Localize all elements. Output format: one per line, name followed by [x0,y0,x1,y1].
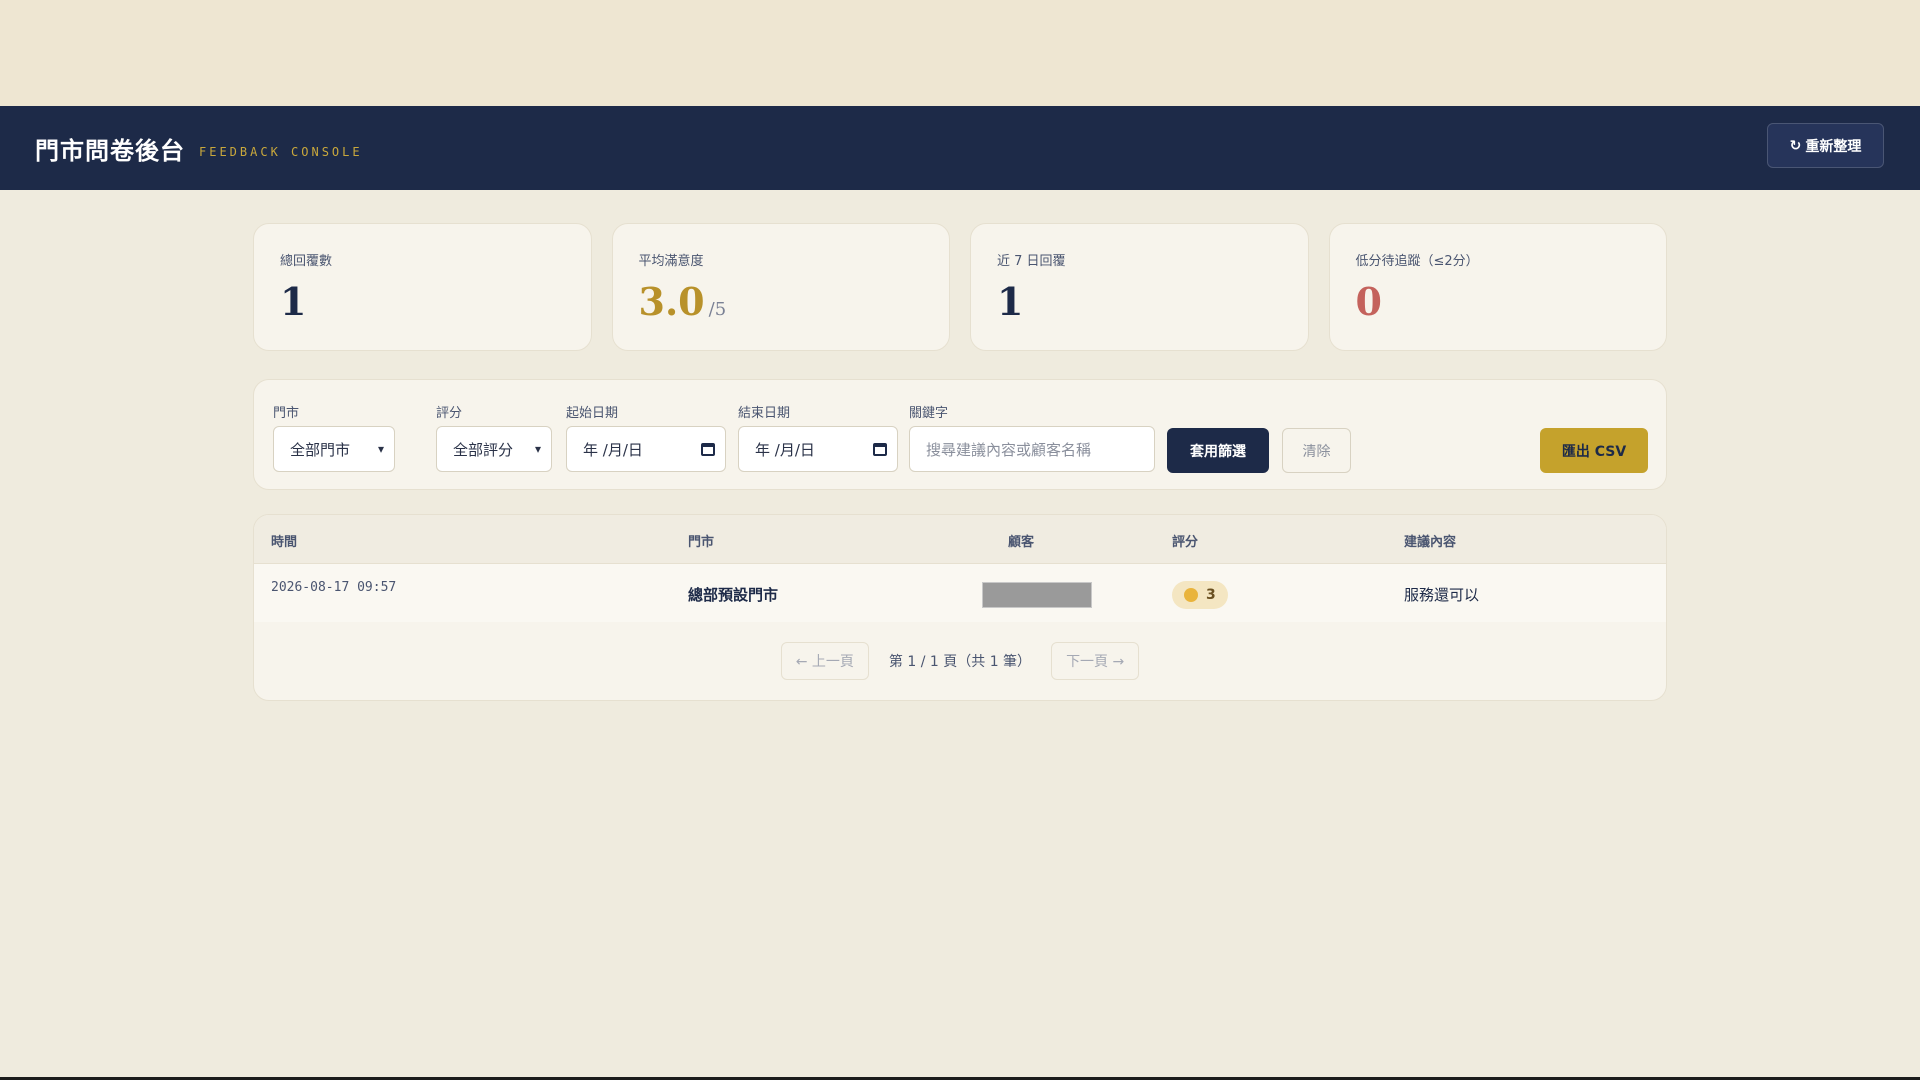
column-header-comment: 建議內容 [1404,535,1457,550]
prev-page-button[interactable]: ← 上一頁 [780,642,869,680]
stat-number: 1 [280,279,307,324]
end-date-value: 年 /月/日 [755,440,815,459]
rating-value: 3 [1206,587,1216,603]
keyword-search-input[interactable]: 搜尋建議內容或顧客名稱 [909,426,1155,472]
start-date-input[interactable]: 年 /月/日 [566,426,726,472]
chevron-down-icon: ▾ [534,442,541,456]
store-filter-label: 門市 [273,406,300,421]
end-date-filter: 結束日期 年 /月/日 [738,402,898,472]
stat-label: 總回覆數 [280,254,333,269]
start-date-filter: 起始日期 年 /月/日 [566,402,726,472]
stat-number: 3.0 [638,279,705,324]
stat-card-low-score: 低分待追蹤（≤2分） 0 [1328,223,1667,351]
smiley-face-icon [1184,588,1198,602]
stat-value: 0 [1356,279,1641,324]
row-time: 2026-08-17 09:57 [271,580,397,595]
responses-table: 時間 門市 顧客 評分 建議內容 2026-08-17 09:57 總部預設門市… [253,514,1667,701]
stat-card-average: 平均滿意度 3.0/5 [611,223,950,351]
rating-filter-label: 評分 [436,406,463,421]
stat-number: 0 [1355,279,1382,324]
next-page-button[interactable]: 下一頁 → [1051,642,1140,680]
column-header-time: 時間 [271,535,298,550]
column-header-rating: 評分 [1172,535,1199,550]
store-select[interactable]: 全部門市 ▾ [273,426,395,472]
chevron-down-icon: ▾ [377,442,384,456]
calendar-icon[interactable] [701,442,715,456]
store-filter: 門市 全部門市 ▾ [273,402,395,472]
end-date-input[interactable]: 年 /月/日 [738,426,898,472]
keyword-filter: 關鍵字 搜尋建議內容或顧客名稱 [909,402,1155,472]
keyword-label: 關鍵字 [909,406,949,421]
stat-label: 低分待追蹤（≤2分） [1355,254,1479,269]
apply-filter-button[interactable]: 套用篩選 [1167,428,1269,473]
stat-card-recent: 近 7 日回覆 1 [970,223,1309,351]
refresh-icon: ↻ [1789,137,1802,154]
rating-badge: 3 [1172,581,1228,609]
stat-card-total: 總回覆數 1 [253,223,592,351]
column-header-store: 門市 [688,535,715,550]
stat-suffix: /5 [708,299,727,320]
top-band [0,0,1920,106]
export-csv-button[interactable]: 匯出 CSV [1540,428,1648,473]
clear-filter-button[interactable]: 清除 [1282,428,1351,473]
redacted-customer-name [982,582,1092,608]
stat-label: 平均滿意度 [638,254,704,269]
rating-filter: 評分 全部評分 ▾ [436,402,552,472]
calendar-icon[interactable] [873,442,887,456]
end-date-label: 結束日期 [738,406,791,421]
stat-value: 1 [997,279,1282,324]
keyword-placeholder: 搜尋建議內容或顧客名稱 [926,440,1092,459]
rating-select-value: 全部評分 [453,440,514,459]
stats-row: 總回覆數 1 平均滿意度 3.0/5 近 7 日回覆 1 低分待追蹤（≤2分） … [253,223,1667,351]
row-store: 總部預設門市 [688,586,779,604]
filter-panel: 門市 全部門市 ▾ 評分 全部評分 ▾ 起始日期 年 /月/日 結束日期 年 /… [253,379,1667,490]
stat-label: 近 7 日回覆 [997,254,1066,269]
stat-value: 3.0/5 [639,279,924,324]
start-date-label: 起始日期 [566,406,619,421]
table-header: 時間 門市 顧客 評分 建議內容 [254,515,1666,564]
page-info: 第 1 / 1 頁（共 1 筆） [888,654,1032,670]
row-comment: 服務還可以 [1404,586,1480,604]
pagination: ← 上一頁 第 1 / 1 頁（共 1 筆） 下一頁 → [254,641,1666,681]
app-subtitle: FEEDBACK CONSOLE [199,145,363,159]
stat-value: 1 [280,279,565,324]
column-header-customer: 顧客 [1008,535,1035,550]
app-header: 門市問卷後台 FEEDBACK CONSOLE ↻ 重新整理 [0,106,1920,190]
refresh-button[interactable]: ↻ 重新整理 [1767,123,1884,168]
app-title: 門市問卷後台 [35,135,185,165]
stat-number: 1 [997,279,1024,324]
rating-select[interactable]: 全部評分 ▾ [436,426,552,472]
table-row[interactable]: 2026-08-17 09:57 總部預設門市 3 服務還可以 [254,564,1666,622]
start-date-value: 年 /月/日 [583,440,643,459]
store-select-value: 全部門市 [290,440,351,459]
refresh-button-label: 重新整理 [1805,138,1862,155]
